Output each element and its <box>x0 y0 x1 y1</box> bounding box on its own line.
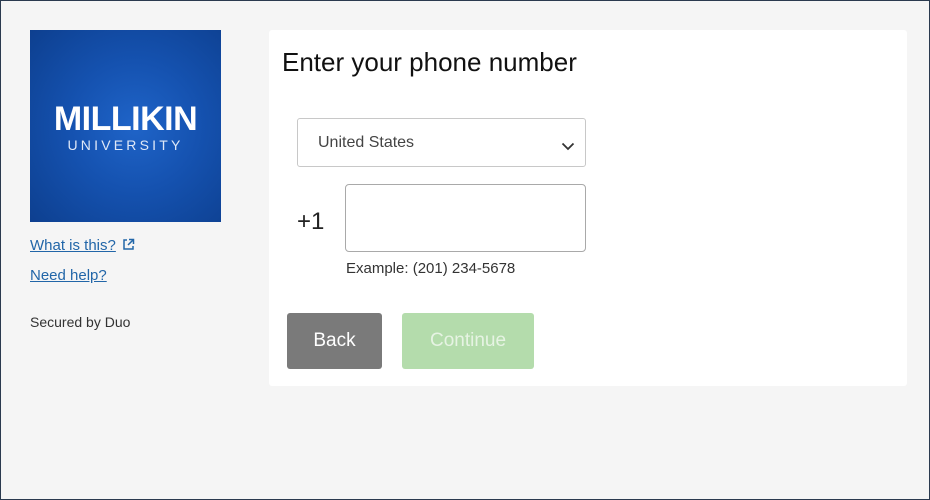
country-select[interactable]: United States <box>297 118 586 167</box>
what-is-this-label: What is this? <box>30 237 116 254</box>
phone-entry-card: Enter your phone number United States +1… <box>269 30 907 386</box>
what-is-this-link[interactable]: What is this? <box>30 237 135 255</box>
logo-name: MILLIKIN <box>53 99 198 138</box>
university-logo: MILLIKIN UNIVERSITY <box>30 30 221 222</box>
duo-frame: MILLIKIN UNIVERSITY What is this? Need h… <box>0 0 930 500</box>
back-button[interactable]: Back <box>287 313 382 369</box>
logo-subtitle: UNIVERSITY <box>67 136 184 153</box>
country-select-value: United States <box>318 134 415 151</box>
external-link-icon <box>122 238 135 255</box>
continue-button[interactable]: Continue <box>402 313 534 369</box>
chevron-down-icon <box>561 138 575 156</box>
phone-number-input[interactable] <box>345 184 586 252</box>
secured-by-duo: Secured by Duo <box>30 314 131 330</box>
phone-example-hint: Example: (201) 234-5678 <box>346 260 516 277</box>
need-help-link[interactable]: Need help? <box>30 267 107 284</box>
country-code: +1 <box>297 208 325 235</box>
page-title: Enter your phone number <box>282 47 577 77</box>
